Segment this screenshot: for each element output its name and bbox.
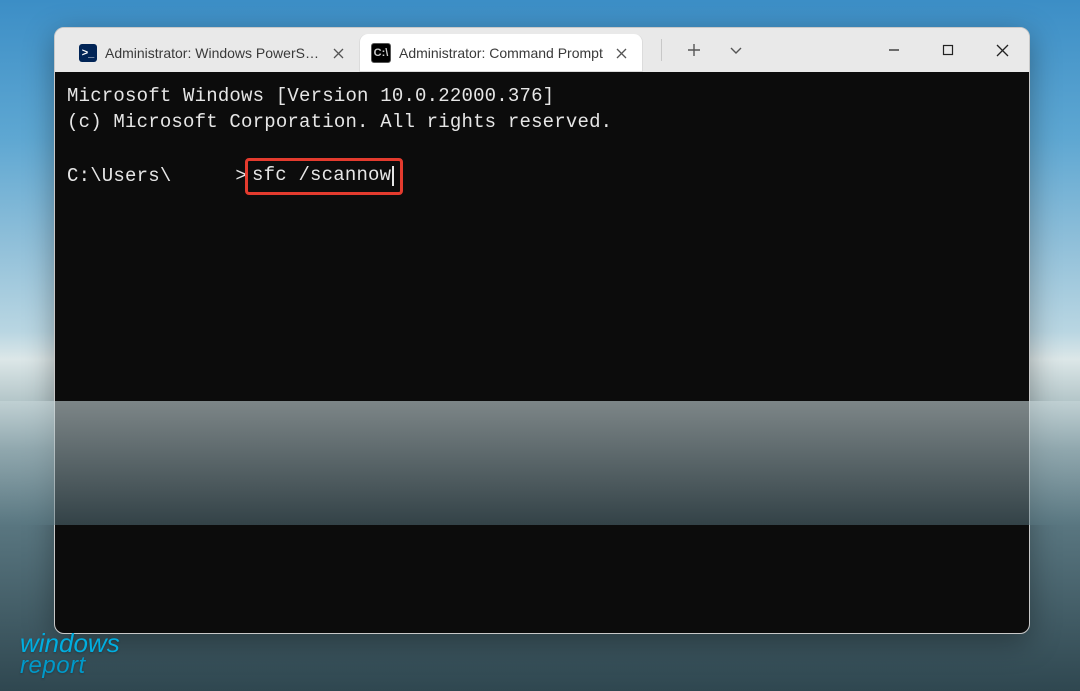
close-icon bbox=[616, 48, 627, 59]
tab-dropdown-button[interactable] bbox=[722, 36, 750, 64]
command-highlight: sfc /scannow bbox=[245, 158, 403, 195]
close-tab-button[interactable] bbox=[327, 42, 349, 64]
prompt-line: C:\Users\>sfc /scannow bbox=[67, 158, 1017, 195]
close-tab-button[interactable] bbox=[611, 42, 633, 64]
tab-label: Administrator: Windows PowerShell bbox=[105, 45, 319, 61]
watermark-line: report bbox=[20, 655, 120, 677]
separator bbox=[661, 39, 662, 61]
plus-icon bbox=[687, 43, 701, 57]
minimize-icon bbox=[888, 44, 900, 56]
maximize-icon bbox=[942, 44, 954, 56]
tab-powershell[interactable]: >_ Administrator: Windows PowerShell bbox=[67, 34, 359, 72]
banner-line: Microsoft Windows [Version 10.0.22000.37… bbox=[67, 84, 1017, 110]
close-window-button[interactable] bbox=[975, 28, 1029, 72]
powershell-icon: >_ bbox=[79, 44, 97, 62]
prompt-prefix: C:\Users\ bbox=[67, 164, 171, 190]
minimize-button[interactable] bbox=[867, 28, 921, 72]
chevron-down-icon bbox=[729, 43, 743, 57]
window-controls bbox=[867, 28, 1029, 72]
tab-actions bbox=[643, 28, 760, 72]
typed-command: sfc /scannow bbox=[252, 163, 391, 189]
close-icon bbox=[996, 44, 1009, 57]
cmd-icon: C:\ bbox=[371, 43, 391, 63]
new-tab-button[interactable] bbox=[680, 36, 708, 64]
desktop-wallpaper: >_ Administrator: Windows PowerShell C:\… bbox=[0, 0, 1080, 691]
tab-label: Administrator: Command Prompt bbox=[399, 45, 603, 61]
tab-command-prompt[interactable]: C:\ Administrator: Command Prompt bbox=[359, 34, 643, 72]
close-icon bbox=[333, 48, 344, 59]
terminal-viewport[interactable]: Microsoft Windows [Version 10.0.22000.37… bbox=[55, 72, 1029, 633]
maximize-button[interactable] bbox=[921, 28, 975, 72]
banner-line: (c) Microsoft Corporation. All rights re… bbox=[67, 110, 1017, 136]
watermark: windows report bbox=[20, 632, 120, 677]
redacted-username bbox=[171, 166, 235, 187]
tab-strip: >_ Administrator: Windows PowerShell C:\… bbox=[55, 28, 643, 72]
text-cursor bbox=[392, 166, 394, 186]
terminal-window: >_ Administrator: Windows PowerShell C:\… bbox=[54, 27, 1030, 634]
titlebar[interactable]: >_ Administrator: Windows PowerShell C:\… bbox=[55, 28, 1029, 73]
